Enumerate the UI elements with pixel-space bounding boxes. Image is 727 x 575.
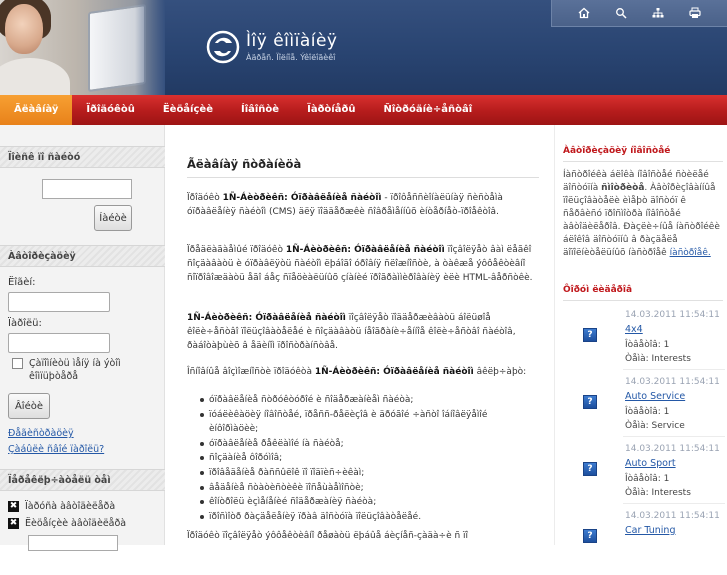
- features-list: óïðàâëåíèå ñòðóêòóðîé è ñîäåðæàíèåì ñàéò…: [200, 393, 539, 525]
- themes-box-title: Ïåðåêëþ÷àòåëü òåì: [0, 469, 165, 491]
- auth-box-title: Àâòîðèçàöèÿ: [0, 245, 165, 267]
- checked-box-icon: ✖: [8, 501, 19, 512]
- right-sidebar: Àâòîðèçàöèÿ íîâîñòåé Íàñòðîéêà áëîêà íîâ…: [554, 125, 727, 545]
- forum-link[interactable]: Auto Sport: [625, 458, 676, 469]
- forum-item: ? 14.03.2011 11:54:11 Auto Sport Îòâåòîâ…: [555, 444, 727, 508]
- question-icon: ?: [583, 462, 597, 476]
- login-button[interactable]: Âîéòè: [8, 393, 50, 419]
- forum-date: 14.03.2011 11:54:11: [625, 444, 720, 454]
- page-title: Ãëàâíàÿ ñòðàíèöà: [187, 157, 302, 171]
- search-input[interactable]: [42, 179, 132, 199]
- forum-link[interactable]: Car Tuning: [625, 525, 675, 536]
- site-slogan: Àäðåñ. Ïîëíîå. Ýêîëîãèêî: [246, 53, 336, 62]
- home-icon[interactable]: [575, 4, 593, 22]
- nav-item-licenses[interactable]: Ëèöåíçèè: [149, 95, 227, 125]
- paragraph: Ïðîäóêò ïîçâîëÿåò ýôôåêòèâíî ðåøàòü ëþáû…: [187, 531, 469, 541]
- checked-box-icon: ✖: [8, 518, 19, 529]
- remember-checkbox[interactable]: [12, 358, 23, 369]
- main-nav: Ãëàâíàÿ Ïðîäóêòû Ëèöåíçèè Íîâîñòè Ïàðòíå…: [0, 95, 727, 125]
- list-item: âåäåíèå ñòàòèñòèêè ïîñåùàåìîñòè;: [200, 481, 539, 496]
- forum-meta: Îòâåòîâ: 1 Òåìà: Interests: [625, 474, 691, 498]
- list-item: óïðàâëåíèå ðåêëàìîé íà ñàéòå;: [200, 437, 539, 452]
- theme-option-label: Ïàðóñà àâòîäèëåðà: [25, 501, 116, 512]
- forum-title: Ôîðóì ëèäåðîâ: [563, 285, 633, 295]
- theme-option[interactable]: ✖ Ïàðóñà àâòîäèëåðà: [8, 501, 115, 512]
- divider: [563, 161, 723, 162]
- paragraph: Ïðîäóêò 1Ñ-Áèòðèêñ: Óïðàâëåíèå ñàéòîì - …: [187, 193, 503, 217]
- forum-date: 14.03.2011 11:54:11: [625, 377, 720, 387]
- theme-option[interactable]: ✖ Ëèöåíçèè àâòîäèëåðà: [8, 518, 126, 529]
- forum-item: ? 14.03.2011 11:54:11 Auto Service Îòâåò…: [555, 377, 727, 441]
- header-toolbar: [551, 0, 727, 27]
- forum-item: ? 14.03.2011 11:54:11 Car Tuning: [555, 511, 727, 575]
- password-field[interactable]: [8, 333, 110, 353]
- forum-date: 14.03.2011 11:54:11: [625, 310, 720, 320]
- password-label: Ïàðîëü:: [8, 318, 42, 329]
- remember-label: Çàïîìíèòü ìåíÿ íà ýòîì êîìïüþòåðå: [29, 358, 121, 382]
- nav-item-home[interactable]: Ãëàâíàÿ: [0, 95, 73, 125]
- divider: [623, 436, 725, 437]
- divider: [623, 369, 725, 370]
- list-item: ïðîâåäåíèå ðàññûëîê ïî ïîäïèñ÷èêàì;: [200, 466, 539, 481]
- nav-item-news[interactable]: Íîâîñòè: [227, 95, 293, 125]
- list-item: ïðîñìîòð ðàçäåëåíèÿ ïðàâ äîñòóïà ïîëüçîâ…: [200, 510, 539, 525]
- forum-meta: Îòâåòîâ: 1 Òåìà: Service: [625, 407, 685, 431]
- search-box-title: Ïîèñê ïî ñàéòó: [0, 146, 165, 168]
- question-icon: ?: [583, 395, 597, 409]
- main-content: Ãëàâíàÿ ñòðàíèöà Ïðîäóêò 1Ñ-Áèòðèêñ: Óïð…: [165, 125, 554, 545]
- divider: [623, 503, 725, 504]
- search-button[interactable]: Íàéòè: [94, 205, 132, 231]
- login-label: Ëîãèí:: [8, 277, 36, 288]
- forum-meta: Îòâåòîâ: 1 Òåìà: Interests: [625, 340, 691, 364]
- theme-option-label: Ëèöåíçèè àâòîäèëåðà: [25, 518, 127, 529]
- forum-link[interactable]: Auto Service: [625, 391, 685, 402]
- list-item: ïóáëèêàöèÿ íîâîñòåé, ïðåññ-ðåëèçîâ è äðó…: [200, 408, 539, 437]
- paragraph: Ïðåäëàãàåìûé ïðîäóêò 1Ñ-Áèòðèêñ: Óïðàâëå…: [187, 245, 533, 283]
- print-icon[interactable]: [686, 4, 704, 22]
- site-title[interactable]: Ìîÿ êîìïàíèÿ: [246, 31, 338, 51]
- forum-date: 14.03.2011 11:54:11: [625, 511, 720, 521]
- sitemap-icon[interactable]: [649, 4, 667, 22]
- paragraph: 1Ñ-Áèòðèêñ: Óïðàâëåíèå ñàéòîì ïîçâîëÿåò …: [187, 313, 516, 351]
- forum-link[interactable]: 4x4: [625, 324, 643, 335]
- forum-item: ? 14.03.2011 11:54:11 4x4 Îòâåòîâ: 1 Òåì…: [555, 310, 727, 374]
- title-divider: [187, 177, 539, 178]
- info-title: Àâòîðèçàöèÿ íîâîñòåé: [563, 146, 671, 156]
- search-icon[interactable]: [612, 4, 630, 22]
- paragraph: Îñíîâíûå âîçìîæíîñòè ïðîäóêòà 1Ñ-Áèòðèêñ…: [187, 367, 527, 377]
- logo-icon[interactable]: [206, 30, 240, 64]
- divider: [563, 300, 723, 301]
- question-icon: ?: [583, 328, 597, 342]
- nav-item-partners[interactable]: Ïàðòíåðû: [293, 95, 369, 125]
- nav-item-cooperation[interactable]: Ñîòðóäíè÷åñòâî: [369, 95, 486, 125]
- nav-item-products[interactable]: Ïðîäóêòû: [72, 95, 148, 125]
- theme-select[interactable]: [28, 535, 118, 551]
- list-item: óïðàâëåíèå ñòðóêòóðîé è ñîäåðæàíèåì ñàéò…: [200, 393, 539, 408]
- list-item: ñîçäàíèå ôîðóìîâ;: [200, 451, 539, 466]
- site-header: Ìîÿ êîìïàíèÿ Àäðåñ. Ïîëíîå. Ýêîëîãèêî: [0, 0, 727, 95]
- login-field[interactable]: [8, 292, 110, 312]
- left-sidebar: Ïîèñê ïî ñàéòó Íàéòè Àâòîðèçàöèÿ Ëîãèí: …: [0, 125, 165, 551]
- info-link[interactable]: íàñòðîåê.: [670, 248, 711, 258]
- list-item: êîíòðîëü èçìåíåíèé ñîäåðæàíèÿ ñàéòà;: [200, 495, 539, 510]
- forgot-password-link[interactable]: Çàáûëè ñâîé ïàðîëü?: [8, 444, 104, 455]
- info-text: Íàñòðîéêà áëîêà íîâîñòåé ñòèëåé äîñòóïíà…: [563, 170, 720, 258]
- header-photo: [0, 0, 165, 95]
- register-link[interactable]: Ðåãèñòðàöèÿ: [8, 428, 74, 439]
- question-icon: ?: [583, 529, 597, 543]
